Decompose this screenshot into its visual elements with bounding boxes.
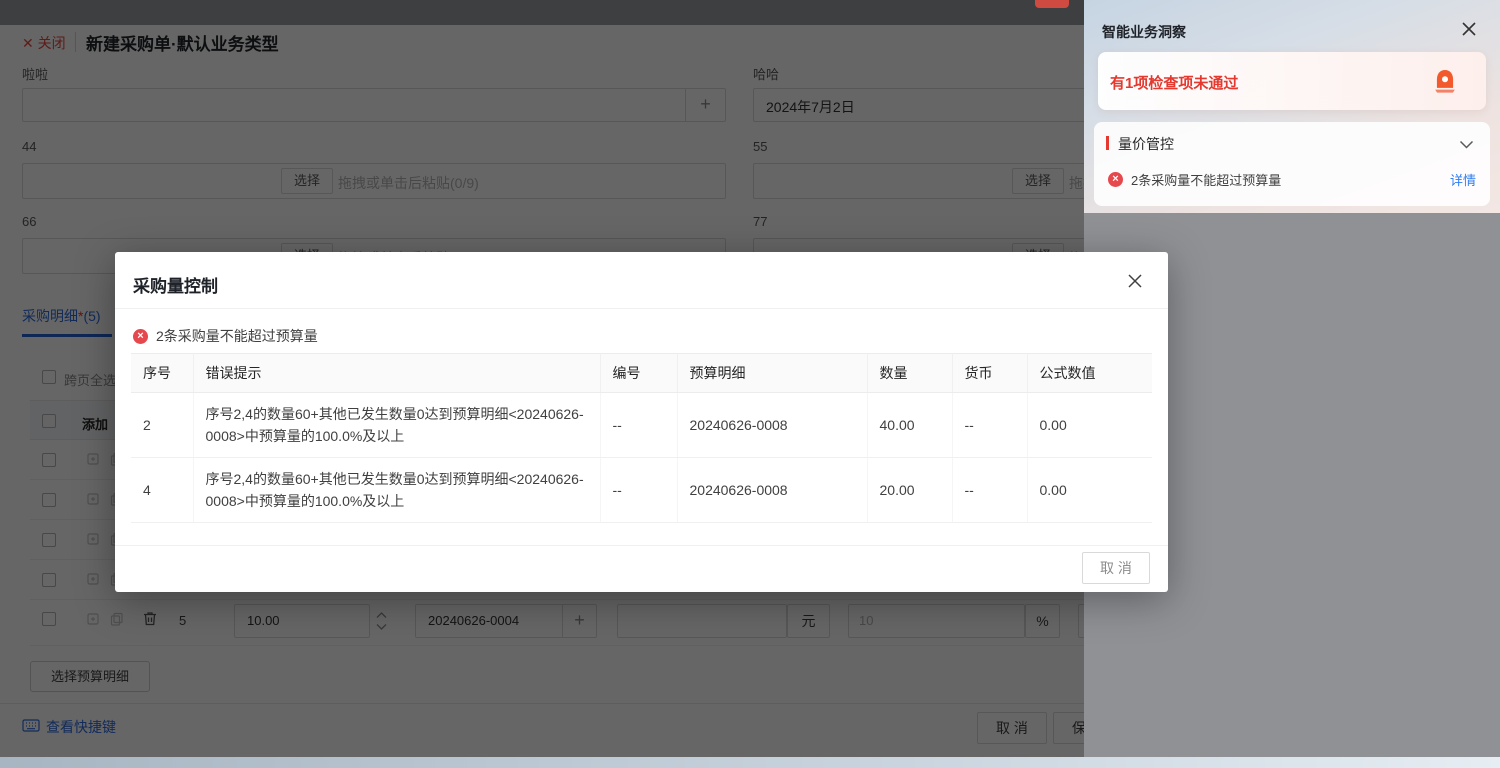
cell-budget: 20240626-0008 (677, 458, 867, 523)
section-title: 量价管控 (1118, 134, 1174, 154)
check-alert-text: 有1项检查项未通过 (1110, 72, 1238, 93)
error-summary-text: 2条采购量不能超过预算量 (156, 326, 318, 346)
section-marker (1106, 136, 1109, 150)
cell-qty: 20.00 (867, 458, 952, 523)
purchase-quantity-control-dialog: 采购量控制 × 2条采购量不能超过预算量 序号 错误提示 编号 预算明细 数量 … (115, 252, 1168, 592)
table-row: 2 序号2,4的数量60+其他已发生数量0达到预算明细<20240626-000… (131, 393, 1152, 458)
chevron-down-icon[interactable] (1459, 136, 1474, 154)
detail-link[interactable]: 详情 (1450, 170, 1476, 189)
alarm-icon (1430, 66, 1460, 101)
cell-currency: -- (952, 393, 1027, 458)
notification-badge (1035, 0, 1069, 8)
error-icon: × (133, 329, 148, 344)
dialog-title: 采购量控制 (133, 272, 218, 297)
error-icon: × (1108, 172, 1123, 187)
close-insight-icon[interactable] (1458, 18, 1480, 40)
table-row: 4 序号2,4的数量60+其他已发生数量0达到预算明细<20240626-000… (131, 458, 1152, 523)
cell-budget: 20240626-0008 (677, 393, 867, 458)
col-currency: 货币 (952, 354, 1027, 393)
error-table: 序号 错误提示 编号 预算明细 数量 货币 公式数值 2 序号2,4的数量60+… (131, 353, 1152, 523)
check-alert-banner: 有1项检查项未通过 (1098, 52, 1486, 110)
cell-code: -- (600, 393, 677, 458)
cell-seq: 4 (131, 458, 193, 523)
cell-message: 序号2,4的数量60+其他已发生数量0达到预算明细<20240626-0008>… (193, 393, 600, 458)
col-budget: 预算明细 (677, 354, 867, 393)
close-dialog-icon[interactable] (1124, 270, 1146, 292)
col-formula: 公式数值 (1027, 354, 1152, 393)
insight-panel-title: 智能业务洞察 (1102, 22, 1186, 42)
cell-code: -- (600, 458, 677, 523)
cell-formula: 0.00 (1027, 458, 1152, 523)
col-qty: 数量 (867, 354, 952, 393)
col-code: 编号 (600, 354, 677, 393)
dialog-error-summary: × 2条采购量不能超过预算量 (133, 326, 318, 346)
col-message: 错误提示 (193, 354, 600, 393)
cell-formula: 0.00 (1027, 393, 1152, 458)
price-control-section: 量价管控 × 2条采购量不能超过预算量 详情 (1094, 122, 1490, 206)
cell-currency: -- (952, 458, 1027, 523)
cell-seq: 2 (131, 393, 193, 458)
cell-message: 序号2,4的数量60+其他已发生数量0达到预算明细<20240626-0008>… (193, 458, 600, 523)
check-item-text: 2条采购量不能超过预算量 (1131, 170, 1442, 189)
cell-qty: 40.00 (867, 393, 952, 458)
error-table-header: 序号 错误提示 编号 预算明细 数量 货币 公式数值 (131, 354, 1152, 393)
check-item-row: × 2条采购量不能超过预算量 详情 (1108, 170, 1476, 189)
insight-panel: 智能业务洞察 有1项检查项未通过 量价管控 × 2条采购量不能超过预算量 (1084, 0, 1500, 213)
bottom-window-strip (0, 757, 1500, 768)
dialog-header-divider (115, 308, 1168, 309)
dialog-cancel-button[interactable]: 取 消 (1082, 552, 1150, 584)
col-seq: 序号 (131, 354, 193, 393)
dialog-footer-divider (115, 545, 1168, 546)
